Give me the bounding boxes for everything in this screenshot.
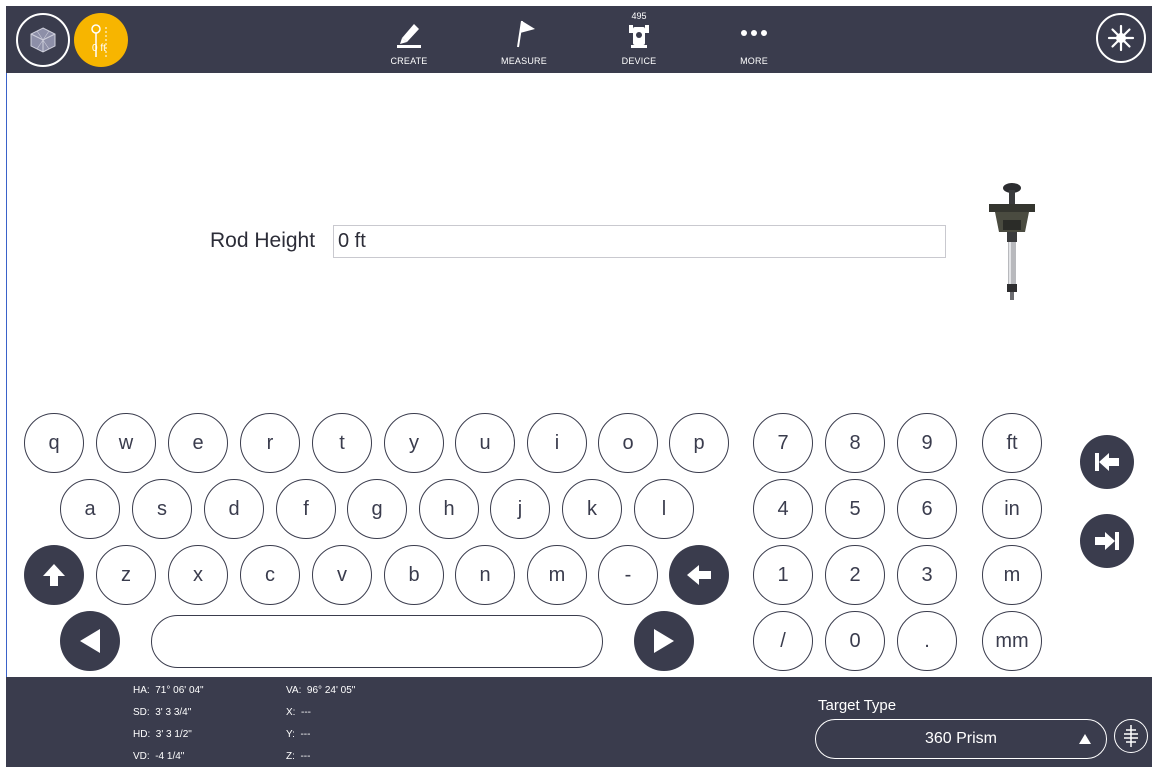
rod-height-input[interactable]	[333, 225, 946, 258]
triangle-right-icon	[654, 629, 674, 653]
target-type-dropdown[interactable]: 360 Prism	[815, 719, 1107, 759]
key-c[interactable]: c	[240, 545, 300, 605]
top-toolbar: 0 ft CREATE MEASURE 495 DEVICE MORE	[6, 6, 1152, 73]
key-8[interactable]: 8	[825, 413, 885, 473]
key-g[interactable]: g	[347, 479, 407, 539]
x-readout: X: ---	[286, 707, 311, 718]
key-p[interactable]: p	[669, 413, 729, 473]
key-o[interactable]: o	[598, 413, 658, 473]
key-q[interactable]: q	[24, 413, 84, 473]
next-field-button[interactable]	[1080, 514, 1134, 568]
nav-measure[interactable]: MEASURE	[484, 6, 564, 73]
key-y[interactable]: y	[384, 413, 444, 473]
key-6[interactable]: 6	[897, 479, 957, 539]
prism-icon	[1124, 725, 1138, 747]
more-dots-icon	[739, 16, 769, 50]
cube-icon	[30, 27, 56, 53]
key-unit-mm[interactable]: mm	[982, 611, 1042, 671]
cursor-right-button[interactable]	[634, 611, 694, 671]
rod-height-indicator: 0 ft	[92, 43, 106, 54]
app-window: 0 ft CREATE MEASURE 495 DEVICE MORE Rod …	[0, 0, 1152, 767]
ha-readout: HA: 71° 06' 04"	[133, 685, 204, 696]
key-x[interactable]: x	[168, 545, 228, 605]
vd-readout: VD: -4 1/4"	[133, 751, 185, 762]
rod-height-icon	[91, 24, 107, 57]
key-4[interactable]: 4	[753, 479, 813, 539]
key-5[interactable]: 5	[825, 479, 885, 539]
total-station-icon	[624, 22, 654, 50]
hd-readout: HD: 3' 3 1/2"	[133, 729, 192, 740]
z-readout: Z: ---	[286, 751, 311, 762]
key-9[interactable]: 9	[897, 413, 957, 473]
key-m[interactable]: m	[527, 545, 587, 605]
key-2[interactable]: 2	[825, 545, 885, 605]
home-button[interactable]	[16, 13, 70, 67]
starburst-icon	[1107, 24, 1135, 52]
key-dot[interactable]: .	[897, 611, 957, 671]
previous-field-button[interactable]	[1080, 435, 1134, 489]
nav-device-label: DEVICE	[621, 56, 657, 66]
key-b[interactable]: b	[384, 545, 444, 605]
key-7[interactable]: 7	[753, 413, 813, 473]
shift-button[interactable]	[24, 545, 84, 605]
pencil-icon	[394, 16, 424, 50]
nav-measure-label: MEASURE	[501, 56, 547, 66]
key-unit-in[interactable]: in	[982, 479, 1042, 539]
key-r[interactable]: r	[240, 413, 300, 473]
key-v[interactable]: v	[312, 545, 372, 605]
va-readout: VA: 96° 24' 05"	[286, 685, 356, 696]
key-j[interactable]: j	[490, 479, 550, 539]
key-h[interactable]: h	[419, 479, 479, 539]
cursor-left-button[interactable]	[60, 611, 120, 671]
key-1[interactable]: 1	[753, 545, 813, 605]
nav-more-label: MORE	[740, 56, 768, 66]
left-border-line	[6, 73, 7, 677]
key-3[interactable]: 3	[897, 545, 957, 605]
key-f[interactable]: f	[276, 479, 336, 539]
key-w[interactable]: w	[96, 413, 156, 473]
nav-create[interactable]: CREATE	[369, 6, 449, 73]
laser-pointer-button[interactable]	[1096, 13, 1146, 63]
device-badge: 495	[631, 11, 647, 21]
nav-device[interactable]: 495 DEVICE	[599, 6, 679, 73]
space-bar[interactable]	[151, 615, 603, 668]
rod-height-label: Rod Height	[210, 229, 316, 252]
key-unit-ft[interactable]: ft	[982, 413, 1042, 473]
key-z[interactable]: z	[96, 545, 156, 605]
key-a[interactable]: a	[60, 479, 120, 539]
y-readout: Y: ---	[286, 729, 311, 740]
skip-back-icon	[1095, 453, 1119, 471]
key-n[interactable]: n	[455, 545, 515, 605]
prism-settings-button[interactable]	[1114, 719, 1148, 753]
triangle-left-icon	[80, 629, 100, 653]
key-0[interactable]: 0	[825, 611, 885, 671]
key-i[interactable]: i	[527, 413, 587, 473]
shift-arrow-icon	[43, 564, 65, 586]
key-d[interactable]: d	[204, 479, 264, 539]
key-dash[interactable]: -	[598, 545, 658, 605]
nav-more[interactable]: MORE	[714, 6, 794, 73]
target-type-label: Target Type	[818, 697, 897, 714]
key-slash[interactable]: /	[753, 611, 813, 671]
skip-forward-icon	[1095, 532, 1119, 550]
flag-icon	[509, 16, 539, 50]
prism-rod-image	[989, 183, 1035, 300]
target-type-value: 360 Prism	[924, 730, 998, 747]
rod-height-button[interactable]: 0 ft	[74, 13, 128, 67]
key-e[interactable]: e	[168, 413, 228, 473]
status-bar: HA: 71° 06' 04" SD: 3' 3 3/4" HD: 3' 3 1…	[6, 677, 1152, 767]
key-unit-m[interactable]: m	[982, 545, 1042, 605]
key-u[interactable]: u	[455, 413, 515, 473]
key-l[interactable]: l	[634, 479, 694, 539]
backspace-arrow-icon	[687, 565, 711, 585]
nav-create-label: CREATE	[390, 56, 428, 66]
key-s[interactable]: s	[132, 479, 192, 539]
key-t[interactable]: t	[312, 413, 372, 473]
sd-readout: SD: 3' 3 3/4"	[133, 707, 192, 718]
key-k[interactable]: k	[562, 479, 622, 539]
caret-up-icon	[1079, 734, 1091, 744]
backspace-button[interactable]	[669, 545, 729, 605]
